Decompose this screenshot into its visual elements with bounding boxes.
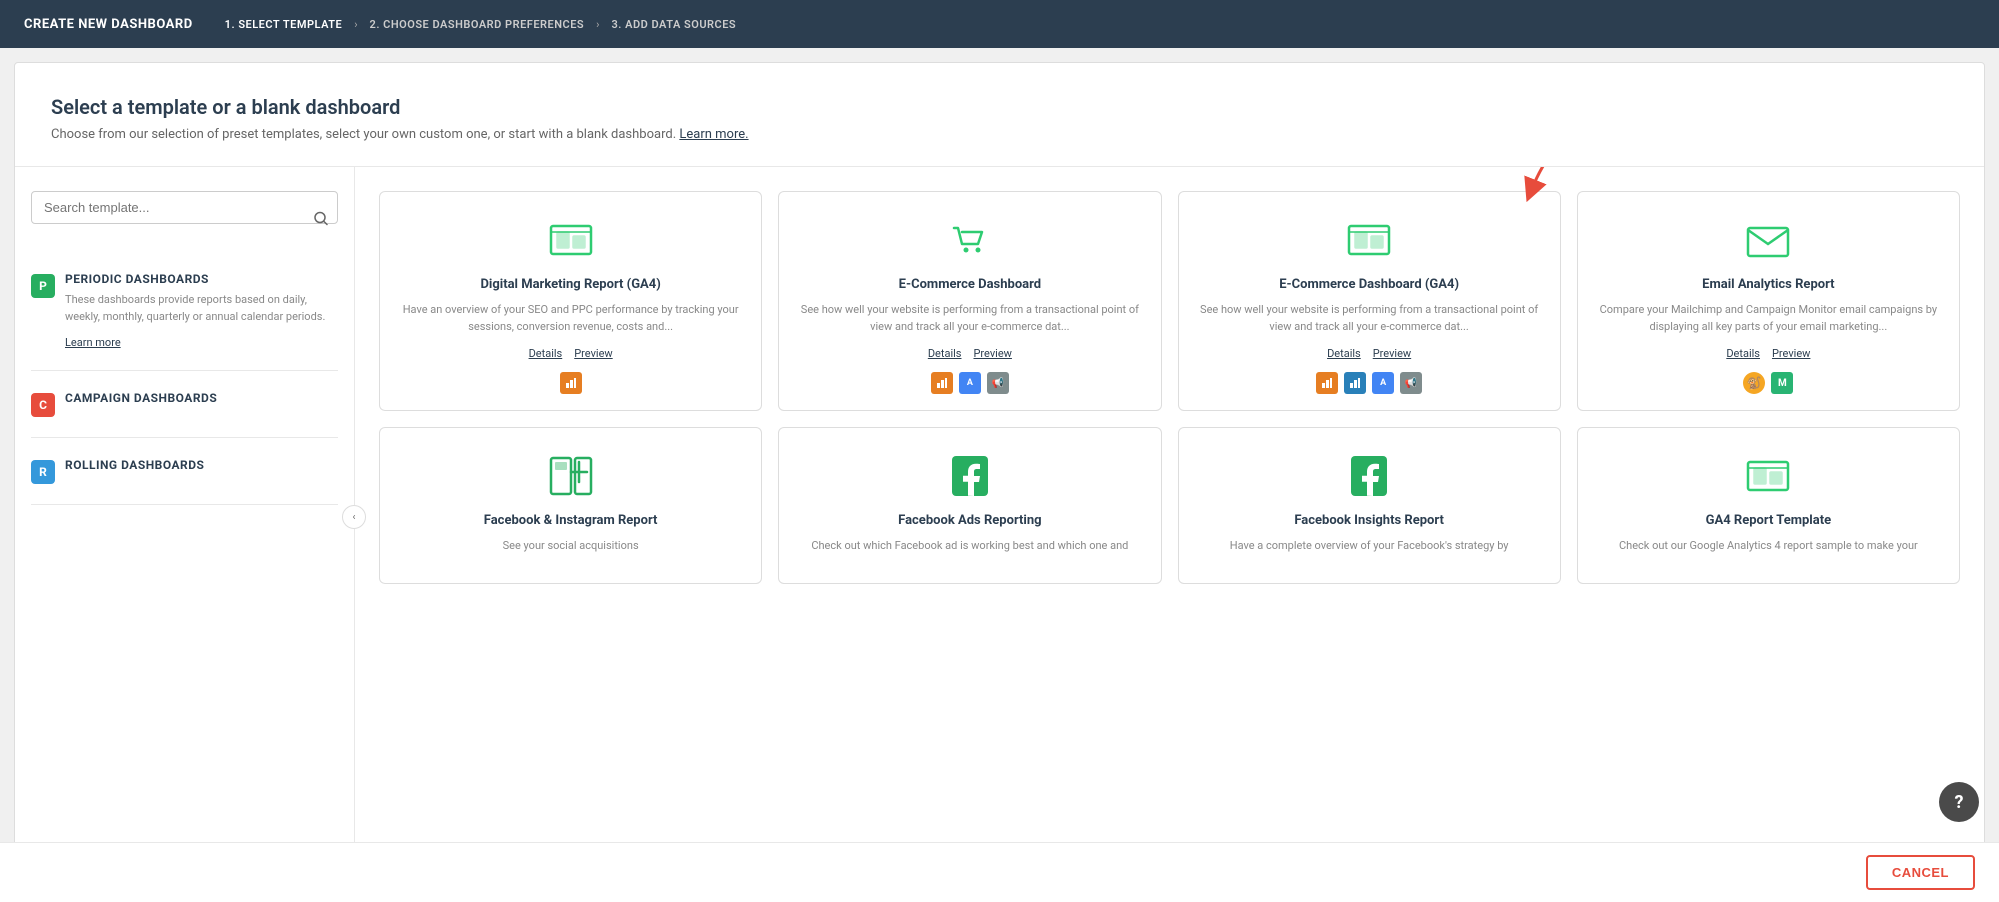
- template-card-facebook-instagram[interactable]: Facebook & Instagram Report See your soc…: [379, 427, 762, 584]
- template-card-facebook-insights[interactable]: Facebook Insights Report Have a complete…: [1178, 427, 1561, 584]
- template-name-ecommerce: E-Commerce Dashboard: [899, 276, 1041, 294]
- step-3: 3. ADD DATA SOURCES: [611, 18, 736, 31]
- step-2: 2. CHOOSE DASHBOARD PREFERENCES: [370, 18, 585, 31]
- template-logos-digital-marketing: [560, 372, 582, 394]
- template-name-ga4-report: GA4 Report Template: [1706, 512, 1832, 530]
- learn-more-link[interactable]: Learn more.: [679, 127, 748, 142]
- page-subtitle: Choose from our selection of preset temp…: [51, 127, 1948, 142]
- template-details-digital-marketing[interactable]: Details: [529, 347, 563, 360]
- template-card-facebook-ads[interactable]: Facebook Ads Reporting Check out which F…: [778, 427, 1161, 584]
- template-logos-ecommerce: A 📢: [931, 372, 1009, 394]
- wizard-steps: 1. SELECT TEMPLATE › 2. CHOOSE DASHBOARD…: [225, 18, 736, 31]
- template-icon-facebook-insights: [1345, 452, 1393, 500]
- template-icon-digital-marketing: [547, 216, 595, 264]
- template-card-ga4-report[interactable]: GA4 Report Template Check out our Google…: [1577, 427, 1960, 584]
- logo-google-ads: A: [959, 372, 981, 394]
- top-bar: CREATE NEW DASHBOARD 1. SELECT TEMPLATE …: [0, 0, 1999, 48]
- search-wrapper: [31, 191, 338, 248]
- template-details-email-analytics[interactable]: Details: [1726, 347, 1760, 360]
- template-card-ecommerce-ga4[interactable]: E-Commerce Dashboard (GA4) See how well …: [1178, 191, 1561, 411]
- template-icon-ecommerce-ga4: [1345, 216, 1393, 264]
- template-name-facebook-instagram: Facebook & Instagram Report: [484, 512, 658, 530]
- template-details-ecommerce[interactable]: Details: [928, 347, 962, 360]
- template-desc-ecommerce: See how well your website is performing …: [799, 302, 1140, 335]
- sidebar-badge-rolling: R: [31, 460, 55, 484]
- footer: CANCEL: [0, 842, 1999, 902]
- template-preview-email-analytics[interactable]: Preview: [1772, 347, 1810, 360]
- template-card-email-analytics[interactable]: Email Analytics Report Compare your Mail…: [1577, 191, 1960, 411]
- content-area: P PERIODIC DASHBOARDS These dashboards p…: [15, 167, 1984, 867]
- templates-grid: Digital Marketing Report (GA4) Have an o…: [379, 191, 1960, 584]
- templates-area: Digital Marketing Report (GA4) Have an o…: [355, 167, 1984, 867]
- logo-mailchimp: 🐒: [1743, 372, 1765, 394]
- template-desc-facebook-instagram: See your social acquisitions: [503, 538, 639, 555]
- template-icon-ecommerce: [946, 216, 994, 264]
- sidebar-item-campaign[interactable]: C CAMPAIGN DASHBOARDS: [31, 391, 338, 438]
- template-desc-email-analytics: Compare your Mailchimp and Campaign Moni…: [1598, 302, 1939, 335]
- logo-powerbi-orange-3: [1316, 372, 1338, 394]
- template-desc-digital-marketing: Have an overview of your SEO and PPC per…: [400, 302, 741, 335]
- template-icon-email: [1744, 216, 1792, 264]
- logo-powerbi-orange: [560, 372, 582, 394]
- logo-megaphone: 📢: [987, 372, 1009, 394]
- template-name-email-analytics: Email Analytics Report: [1702, 276, 1834, 294]
- template-name-facebook-insights: Facebook Insights Report: [1294, 512, 1444, 530]
- search-icon: [314, 211, 328, 225]
- template-links-digital-marketing: Details Preview: [529, 347, 613, 360]
- logo-powerbi-orange-2: [931, 372, 953, 394]
- template-desc-facebook-insights: Have a complete overview of your Faceboo…: [1230, 538, 1509, 555]
- template-preview-ecommerce-ga4[interactable]: Preview: [1373, 347, 1411, 360]
- sidebar-label-rolling: ROLLING DASHBOARDS: [65, 458, 204, 472]
- logo-campaign-monitor: M: [1771, 372, 1793, 394]
- template-preview-digital-marketing[interactable]: Preview: [574, 347, 612, 360]
- template-name-digital-marketing: Digital Marketing Report (GA4): [480, 276, 660, 294]
- logo-google-ads-2: A: [1372, 372, 1394, 394]
- template-name-ecommerce-ga4: E-Commerce Dashboard (GA4): [1279, 276, 1459, 294]
- sidebar-label-campaign: CAMPAIGN DASHBOARDS: [65, 391, 217, 405]
- step-arrow-2: ›: [596, 18, 599, 31]
- sidebar-learn-more-periodic[interactable]: Learn more: [65, 336, 121, 349]
- template-icon-ga4-report: [1744, 452, 1792, 500]
- step-arrow-1: ›: [354, 18, 357, 31]
- template-name-facebook-ads: Facebook Ads Reporting: [898, 512, 1041, 530]
- search-button[interactable]: [314, 211, 328, 228]
- template-icon-facebook-ads: [946, 452, 994, 500]
- template-desc-ga4-report: Check out our Google Analytics 4 report …: [1619, 538, 1918, 555]
- logo-powerbi-blue: [1344, 372, 1366, 394]
- template-links-email-analytics: Details Preview: [1726, 347, 1810, 360]
- sidebar: P PERIODIC DASHBOARDS These dashboards p…: [15, 167, 355, 867]
- subtitle-text: Choose from our selection of preset temp…: [51, 127, 679, 142]
- template-desc-facebook-ads: Check out which Facebook ad is working b…: [811, 538, 1128, 555]
- template-preview-ecommerce[interactable]: Preview: [973, 347, 1011, 360]
- sidebar-label-periodic: PERIODIC DASHBOARDS: [65, 272, 338, 286]
- sidebar-collapse-button[interactable]: ‹: [342, 505, 366, 529]
- header-section: Select a template or a blank dashboard C…: [15, 63, 1984, 167]
- main-container: Select a template or a blank dashboard C…: [14, 62, 1985, 892]
- template-links-ecommerce-ga4: Details Preview: [1327, 347, 1411, 360]
- template-logos-ecommerce-ga4: A 📢: [1316, 372, 1422, 394]
- template-logos-email-analytics: 🐒 M: [1743, 372, 1793, 394]
- sidebar-desc-periodic: These dashboards provide reports based o…: [65, 292, 338, 325]
- help-icon: ?: [1955, 792, 1964, 813]
- template-card-ecommerce[interactable]: E-Commerce Dashboard See how well your w…: [778, 191, 1161, 411]
- cancel-button[interactable]: CANCEL: [1866, 855, 1975, 890]
- template-links-ecommerce: Details Preview: [928, 347, 1012, 360]
- search-input[interactable]: [31, 191, 338, 224]
- template-icon-facebook-instagram: [547, 452, 595, 500]
- sidebar-badge-campaign: C: [31, 393, 55, 417]
- template-desc-ecommerce-ga4: See how well your website is performing …: [1199, 302, 1540, 335]
- app-title: CREATE NEW DASHBOARD: [24, 17, 193, 32]
- logo-megaphone-2: 📢: [1400, 372, 1422, 394]
- template-card-digital-marketing-ga4[interactable]: Digital Marketing Report (GA4) Have an o…: [379, 191, 762, 411]
- template-details-ecommerce-ga4[interactable]: Details: [1327, 347, 1361, 360]
- step-1: 1. SELECT TEMPLATE: [225, 18, 343, 31]
- help-button[interactable]: ?: [1939, 782, 1979, 822]
- sidebar-item-rolling[interactable]: R ROLLING DASHBOARDS: [31, 458, 338, 505]
- sidebar-item-periodic[interactable]: P PERIODIC DASHBOARDS These dashboards p…: [31, 272, 338, 371]
- card-wrapper-ecommerce-ga4: E-Commerce Dashboard (GA4) See how well …: [1178, 191, 1561, 411]
- sidebar-badge-periodic: P: [31, 274, 55, 298]
- page-title: Select a template or a blank dashboard: [51, 95, 1948, 119]
